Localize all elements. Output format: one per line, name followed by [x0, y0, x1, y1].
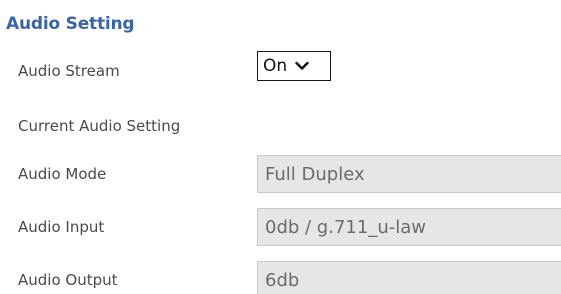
- audio-output-label: Audio Output: [18, 271, 118, 289]
- current-audio-setting-label: Current Audio Setting: [18, 117, 181, 135]
- audio-stream-selected-value: On: [263, 56, 288, 76]
- audio-mode-field: Full Duplex: [257, 155, 561, 193]
- audio-output-field: 6db: [257, 261, 561, 294]
- audio-mode-label: Audio Mode: [18, 165, 107, 183]
- audio-input-field: 0db / g.711_u-law: [257, 208, 561, 246]
- chevron-down-icon: [295, 61, 309, 70]
- audio-stream-select[interactable]: On: [257, 51, 331, 81]
- audio-stream-label: Audio Stream: [18, 62, 120, 80]
- section-title: Audio Setting: [6, 14, 135, 34]
- audio-setting-panel: Audio Setting Audio Stream On Current Au…: [0, 0, 561, 294]
- audio-input-label: Audio Input: [18, 218, 105, 236]
